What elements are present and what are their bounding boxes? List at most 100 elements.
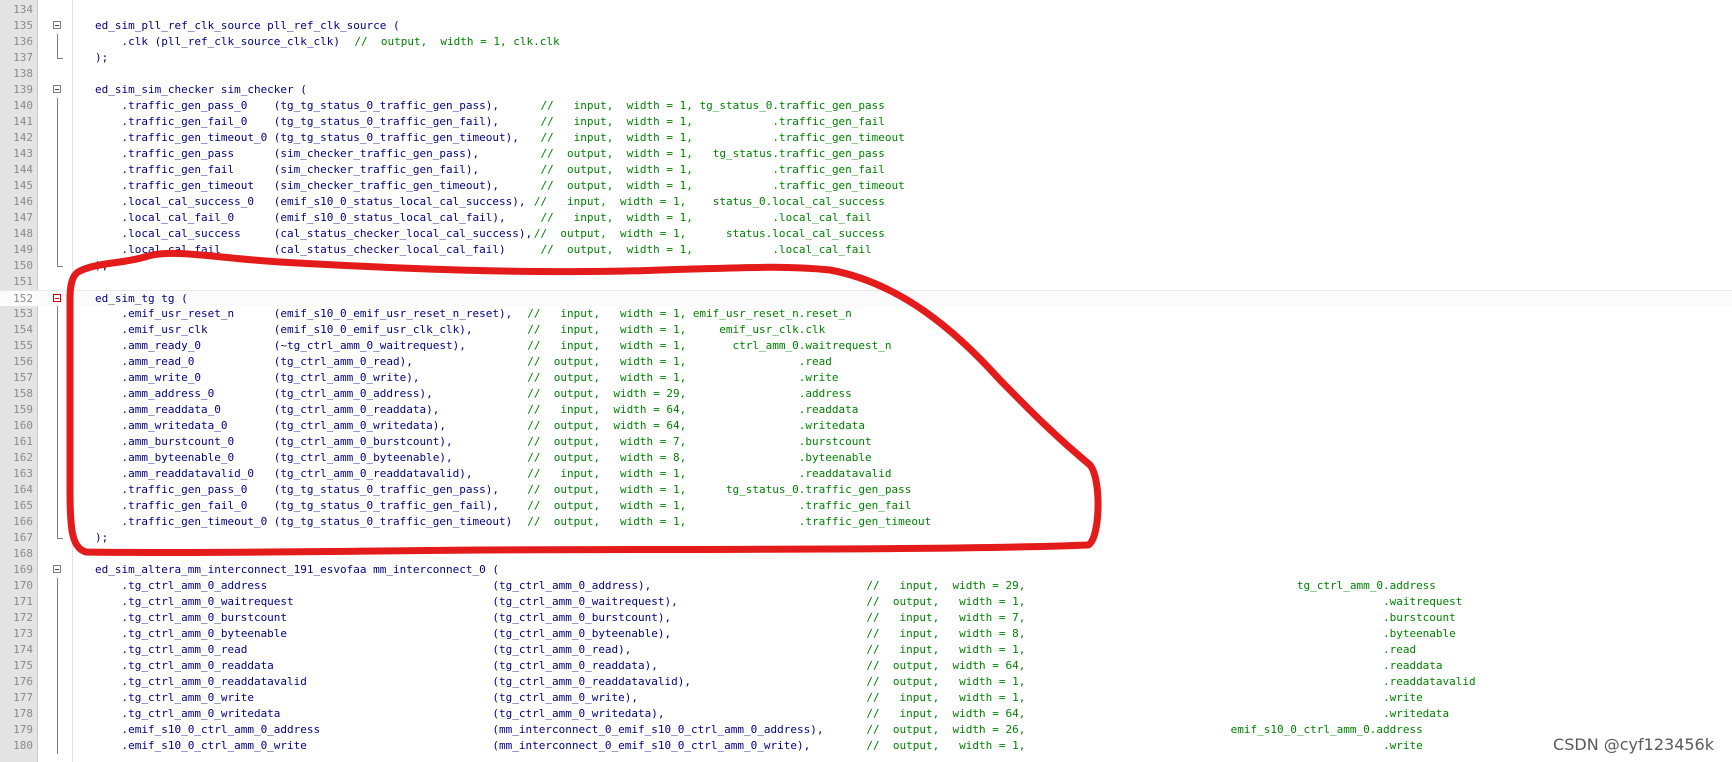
line-number: 155 [13, 339, 33, 352]
code-line[interactable]: 176 .tg_ctrl_amm_0_readdatavalid (tg_ctr… [0, 674, 1732, 690]
code-text: .amm_readdatavalid_0 (tg_ctrl_amm_0_read… [95, 467, 526, 480]
code-line[interactable]: 153 .emif_usr_reset_n (emif_s10_0_emif_u… [0, 306, 1732, 322]
code-comment: // output, width = 1, .traffic_gen_fail [540, 163, 885, 176]
line-number: 137 [13, 51, 33, 64]
code-comment: // output, width = 8, .byteenable [527, 451, 872, 464]
code-line[interactable]: 139 ed_sim_sim_checker sim_checker ( [0, 82, 1732, 98]
code-line[interactable]: 177 .tg_ctrl_amm_0_write (tg_ctrl_amm_0_… [0, 690, 1732, 706]
code-text: .amm_burstcount_0 (tg_ctrl_amm_0_burstco… [95, 435, 526, 448]
code-line[interactable]: 140 .traffic_gen_pass_0 (tg_tg_status_0_… [0, 98, 1732, 114]
code-text: .traffic_gen_timeout_0 (tg_tg_status_0_t… [95, 515, 526, 528]
code-line[interactable]: 149 .local_cal_fail (cal_status_checker_… [0, 242, 1732, 258]
code-line[interactable]: 173 .tg_ctrl_amm_0_byteenable (tg_ctrl_a… [0, 626, 1732, 642]
code-comment: // input, width = 1, emif_usr_reset_n.re… [527, 307, 852, 320]
code-text: .amm_byteenable_0 (tg_ctrl_amm_0_byteena… [95, 451, 526, 464]
code-line[interactable]: 151 [0, 274, 1732, 290]
code-line[interactable]: 165 .traffic_gen_fail_0 (tg_tg_status_0_… [0, 498, 1732, 514]
line-number: 167 [13, 531, 33, 544]
line-number: 158 [13, 387, 33, 400]
code-line[interactable]: 156 .amm_read_0 (tg_ctrl_amm_0_read), //… [0, 354, 1732, 370]
code-line[interactable]: 154 .emif_usr_clk (emif_s10_0_emif_usr_c… [0, 322, 1732, 338]
code-line[interactable]: 134 [0, 2, 1732, 18]
line-number: 173 [13, 627, 33, 640]
code-line[interactable]: 169 ed_sim_altera_mm_interconnect_191_esv… [0, 562, 1732, 578]
code-text: .emif_s10_0_ctrl_amm_0_address (mm_inter… [95, 723, 864, 736]
code-line[interactable]: 136 .clk (pll_ref_clk_source_clk_clk) //… [0, 34, 1732, 50]
code-text: ); [95, 259, 109, 272]
code-line[interactable]: 146 .local_cal_success_0 (emif_s10_0_sta… [0, 194, 1732, 210]
code-text: .amm_readdata_0 (tg_ctrl_amm_0_readdata)… [95, 403, 526, 416]
code-line[interactable]: 168 [0, 546, 1732, 562]
code-text: .local_cal_success_0 (emif_s10_0_status_… [95, 195, 533, 208]
code-line[interactable]: 159 .amm_readdata_0 (tg_ctrl_amm_0_readd… [0, 402, 1732, 418]
code-line[interactable]: 143 .traffic_gen_pass (sim_checker_traff… [0, 146, 1732, 162]
code-line[interactable]: 162 .amm_byteenable_0 (tg_ctrl_amm_0_byt… [0, 450, 1732, 466]
code-comment: // input, width = 64, .readdata [527, 403, 859, 416]
code-text: .amm_address_0 (tg_ctrl_amm_0_address), [95, 387, 526, 400]
code-line[interactable]: 141 .traffic_gen_fail_0 (tg_tg_status_0_… [0, 114, 1732, 130]
line-number: 136 [13, 35, 33, 48]
code-line[interactable]: 145 .traffic_gen_timeout (sim_checker_tr… [0, 178, 1732, 194]
code-text: ed_sim_altera_mm_interconnect_191_esvofa… [95, 563, 499, 576]
code-text: .tg_ctrl_amm_0_readdata (tg_ctrl_amm_0_r… [95, 659, 864, 672]
code-line[interactable]: 170 .tg_ctrl_amm_0_address (tg_ctrl_amm_… [0, 578, 1732, 594]
code-text: .amm_write_0 (tg_ctrl_amm_0_write), [95, 371, 526, 384]
code-line[interactable]: 137); [0, 50, 1732, 66]
code-line[interactable]: 166 .traffic_gen_timeout_0 (tg_tg_status… [0, 514, 1732, 530]
code-text: .local_cal_fail (cal_status_checker_loca… [95, 243, 539, 256]
code-text: .tg_ctrl_amm_0_byteenable (tg_ctrl_amm_0… [95, 627, 864, 640]
code-comment: // output, width = 64, .readdata [866, 659, 1443, 672]
line-number: 165 [13, 499, 33, 512]
code-comment: // output, width = 1, .traffic_gen_fail [527, 499, 912, 512]
code-line[interactable]: 148 .local_cal_success (cal_status_check… [0, 226, 1732, 242]
line-number: 160 [13, 419, 33, 432]
code-line[interactable]: 138 [0, 66, 1732, 82]
code-line[interactable]: 152 ed_sim_tg tg ( [0, 290, 1732, 306]
code-comment: // output, width = 29, .address [527, 387, 852, 400]
code-comment: // input, width = 1, .read [866, 643, 1417, 656]
code-text: ed_sim_sim_checker sim_checker ( [95, 83, 307, 96]
code-comment: // output, width = 26, emif_s10_0_ctrl_a… [866, 723, 1423, 736]
code-comment: // output, width = 1, .write [527, 371, 839, 384]
code-comment: // output, width = 7, .burstcount [527, 435, 872, 448]
line-number: 145 [13, 179, 33, 192]
code-comment: // output, width = 1, .waitrequest [866, 595, 1463, 608]
code-line[interactable]: 163 .amm_readdatavalid_0 (tg_ctrl_amm_0_… [0, 466, 1732, 482]
code-comment: // input, width = 8, .byteenable [866, 627, 1456, 640]
code-line[interactable]: 158 .amm_address_0 (tg_ctrl_amm_0_addres… [0, 386, 1732, 402]
line-number: 147 [13, 211, 33, 224]
code-line[interactable]: 142 .traffic_gen_timeout_0 (tg_tg_status… [0, 130, 1732, 146]
line-number: 138 [13, 67, 33, 80]
code-line[interactable]: 179 .emif_s10_0_ctrl_amm_0_address (mm_i… [0, 722, 1732, 738]
code-comment: // input, width = 1, tg_status_0.traffic… [540, 99, 885, 112]
code-line[interactable]: 135 ed_sim_pll_ref_clk_source pll_ref_clk… [0, 18, 1732, 34]
code-line[interactable]: 144 .traffic_gen_fail (sim_checker_traff… [0, 162, 1732, 178]
line-number: 154 [13, 323, 33, 336]
code-comment: // input, width = 1, status_0.local_cal_… [533, 195, 885, 208]
code-line[interactable]: 180 .emif_s10_0_ctrl_amm_0_write (mm_int… [0, 738, 1732, 754]
code-text: .tg_ctrl_amm_0_writedata (tg_ctrl_amm_0_… [95, 707, 864, 720]
code-line[interactable]: 167); [0, 530, 1732, 546]
code-line[interactable]: 175 .tg_ctrl_amm_0_readdata (tg_ctrl_amm… [0, 658, 1732, 674]
code-line[interactable]: 147 .local_cal_fail_0 (emif_s10_0_status… [0, 210, 1732, 226]
line-number: 177 [13, 691, 33, 704]
code-line[interactable]: 150); [0, 258, 1732, 274]
code-line[interactable]: 160 .amm_writedata_0 (tg_ctrl_amm_0_writ… [0, 418, 1732, 434]
code-text: .amm_read_0 (tg_ctrl_amm_0_read), [95, 355, 526, 368]
code-text: .local_cal_fail_0 (emif_s10_0_status_loc… [95, 211, 539, 224]
line-number: 141 [13, 115, 33, 128]
code-text: .clk (pll_ref_clk_source_clk_clk) [95, 35, 354, 48]
code-line[interactable]: 157 .amm_write_0 (tg_ctrl_amm_0_write), … [0, 370, 1732, 386]
code-line[interactable]: 164 .traffic_gen_pass_0 (tg_tg_status_0_… [0, 482, 1732, 498]
code-line[interactable]: 161 .amm_burstcount_0 (tg_ctrl_amm_0_bur… [0, 434, 1732, 450]
code-line[interactable]: 178 .tg_ctrl_amm_0_writedata (tg_ctrl_am… [0, 706, 1732, 722]
code-line[interactable]: 172 .tg_ctrl_amm_0_burstcount (tg_ctrl_a… [0, 610, 1732, 626]
code-text: .traffic_gen_pass_0 (tg_tg_status_0_traf… [95, 99, 539, 112]
code-text: .traffic_gen_fail_0 (tg_tg_status_0_traf… [95, 115, 539, 128]
code-comment: // input, width = 1, emif_usr_clk.clk [527, 323, 826, 336]
code-line[interactable]: 155 .amm_ready_0 (~tg_ctrl_amm_0_waitreq… [0, 338, 1732, 354]
code-text: .tg_ctrl_amm_0_burstcount (tg_ctrl_amm_0… [95, 611, 864, 624]
code-line[interactable]: 171 .tg_ctrl_amm_0_waitrequest (tg_ctrl_… [0, 594, 1732, 610]
code-editor[interactable]: 134 135 ed_sim_pll_ref_clk_source pll_ref_… [0, 0, 1732, 762]
code-line[interactable]: 174 .tg_ctrl_amm_0_read (tg_ctrl_amm_0_r… [0, 642, 1732, 658]
